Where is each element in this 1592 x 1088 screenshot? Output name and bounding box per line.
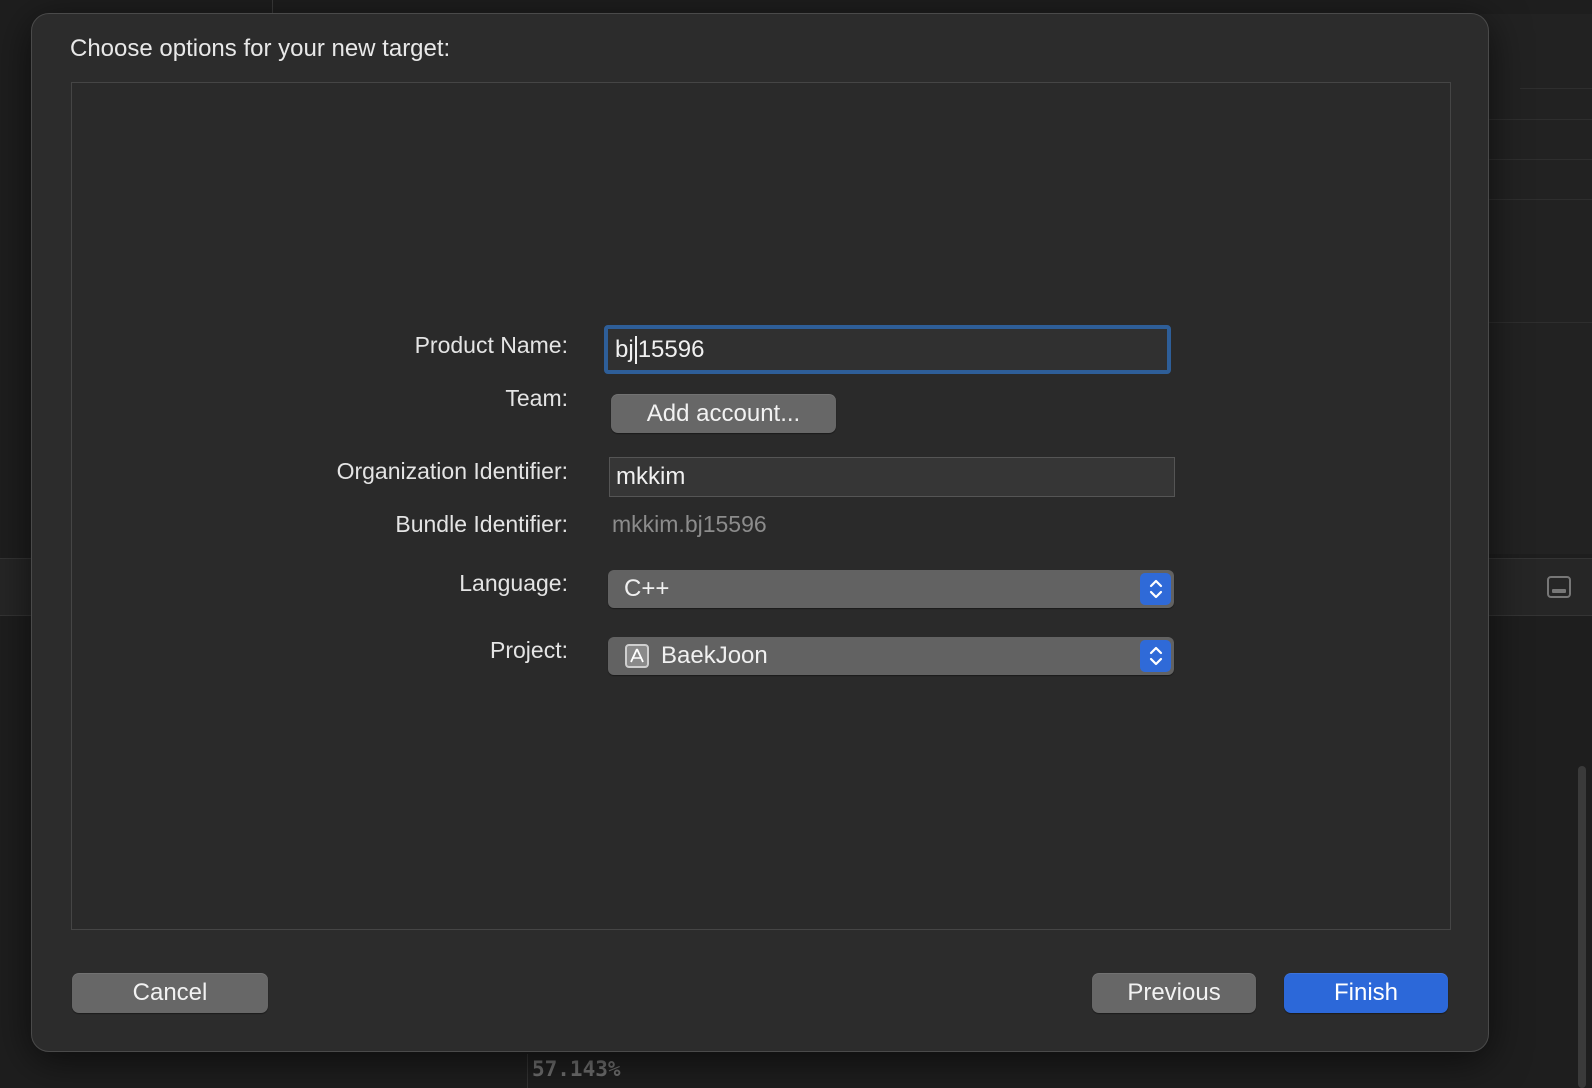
language-selected-value: C++ [624,575,670,602]
new-target-dialog: Choose options for your new target: Prod… [31,13,1489,1052]
bundle-identifier-label: Bundle Identifier: [395,511,568,537]
previous-button[interactable]: Previous [1092,973,1256,1013]
finish-button[interactable]: Finish [1284,973,1448,1013]
product-name-value-start: bj [615,335,634,363]
background-row-separator [1480,119,1592,120]
background-row-separator [1480,199,1592,200]
background-status-text: 57.143% [532,1057,621,1081]
project-label: Project: [490,637,568,663]
product-name-label: Product Name: [414,332,568,358]
organization-identifier-field[interactable]: mkkim [609,457,1175,497]
panel-toggle-icon[interactable] [1547,576,1571,598]
background-row-separator [1520,88,1592,89]
bundle-identifier-value: mkkim.bj15596 [612,511,767,537]
background-right-panel [1480,14,1592,554]
background-divider [527,1054,528,1088]
cancel-button[interactable]: Cancel [72,973,268,1013]
dialog-title: Choose options for your new target: [70,35,451,62]
background-divider [272,0,273,14]
background-scrollbar[interactable] [1578,766,1586,1088]
product-name-value-end: 15596 [637,335,705,363]
project-selected-value: BaekJoon [661,642,768,669]
product-name-field[interactable]: bj 15596 [604,325,1171,374]
add-account-button[interactable]: Add account... [611,394,836,433]
background-row-separator [1480,322,1592,323]
text-caret [634,335,637,364]
team-label: Team: [505,385,568,411]
organization-identifier-label: Organization Identifier: [336,458,568,484]
popup-arrows-icon [1140,640,1171,672]
project-popup[interactable]: BaekJoon [608,637,1174,675]
organization-identifier-value: mkkim [616,463,686,490]
xcode-project-icon [625,644,649,668]
options-panel [71,82,1451,930]
background-row-separator [1480,159,1592,160]
language-popup[interactable]: C++ [608,570,1174,608]
language-label: Language: [459,570,568,596]
popup-arrows-icon [1140,573,1171,605]
